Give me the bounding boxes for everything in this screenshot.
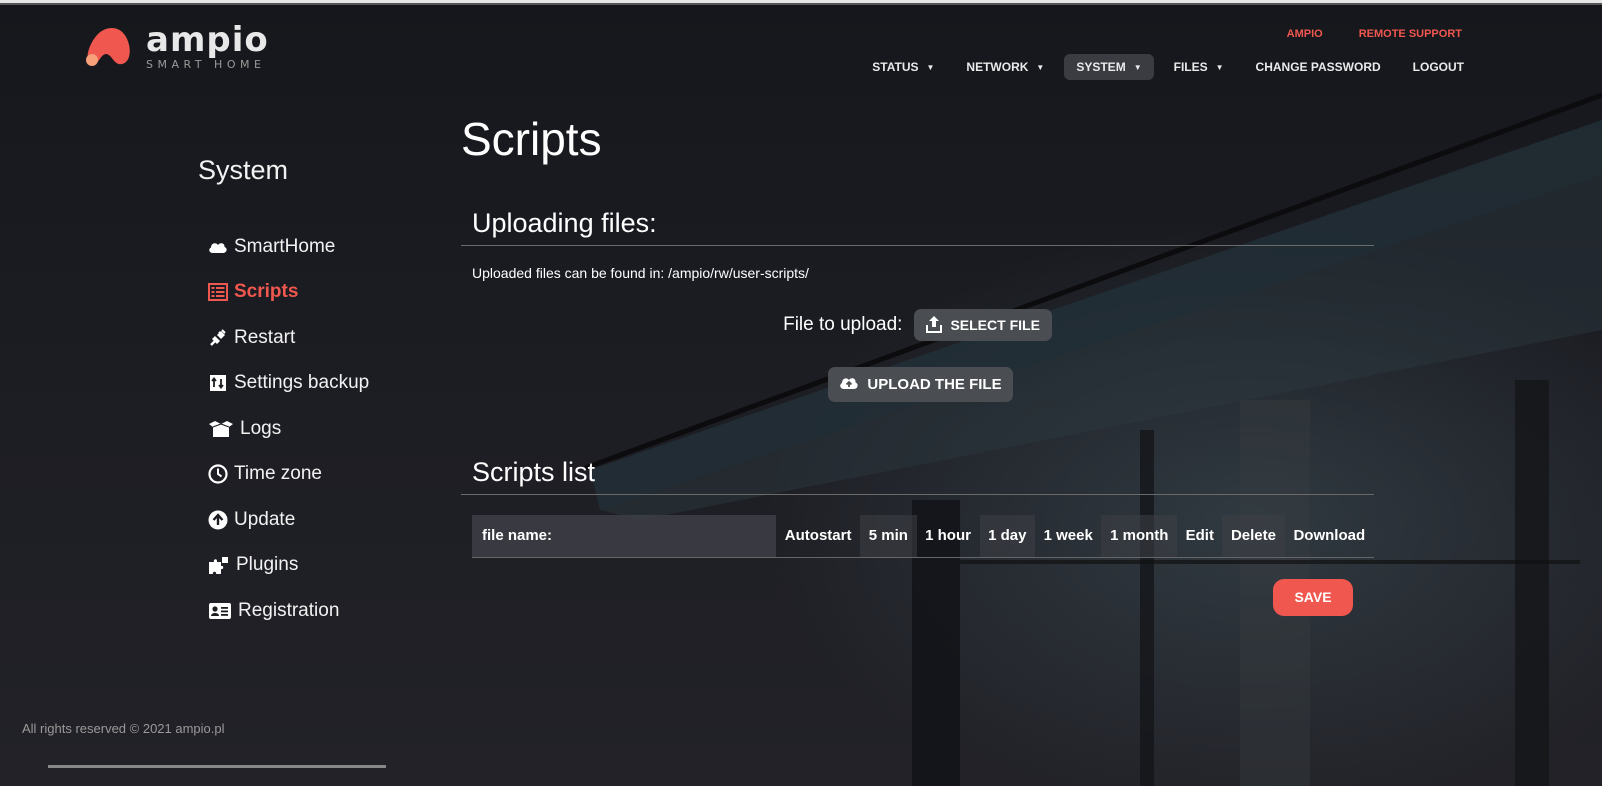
sidebar-item-label: Scripts [234, 281, 299, 303]
brand-tagline: SMART HOME [146, 58, 266, 71]
horizontal-scrollbar[interactable] [48, 765, 386, 768]
top-border [0, 0, 1602, 5]
plug-icon [208, 328, 228, 348]
col-1-month: 1 month [1101, 515, 1178, 558]
table-header-row: file name: Autostart 5 min 1 hour 1 day … [472, 515, 1374, 558]
sidebar-item-label: Update [234, 508, 296, 530]
upload-path-info: Uploaded files can be found in: /ampio/r… [472, 265, 809, 281]
sidebar: System SmartHome Scripts Restart Setting… [198, 155, 438, 634]
nav-status-label: STATUS [872, 60, 919, 74]
top-link-ampio[interactable]: AMPIO [1287, 28, 1323, 40]
brand-name: ampio [146, 20, 269, 60]
main-nav: STATUS ▼ NETWORK ▼ SYSTEM ▼ FILES ▼ CHANGE P… [860, 54, 1476, 80]
col-1-day: 1 day [979, 515, 1035, 558]
id-card-icon [208, 601, 232, 621]
select-file-button[interactable]: SELECT FILE [914, 309, 1052, 341]
ampio-logo[interactable]: ampio SMART HOME [84, 20, 269, 71]
sidebar-item-label: Logs [240, 417, 282, 439]
uploading-files-heading: Uploading files: [461, 208, 1374, 246]
top-link-remote-support[interactable]: REMOTE SUPPORT [1359, 28, 1462, 40]
scripts-list-heading: Scripts list [461, 457, 1374, 495]
caret-down-icon: ▼ [1036, 63, 1045, 72]
col-1-hour: 1 hour [916, 515, 980, 558]
sidebar-item-registration[interactable]: Registration [208, 588, 438, 634]
sidebar-title: System [198, 155, 289, 185]
col-5-min: 5 min [860, 515, 917, 558]
col-download: Download [1284, 515, 1374, 558]
top-links: AMPIO REMOTE SUPPORT [1287, 28, 1462, 40]
sidebar-item-plugins[interactable]: Plugins [208, 543, 438, 589]
save-button[interactable]: SAVE [1273, 578, 1353, 616]
upload-submit-row: UPLOAD THE FILE [461, 367, 1374, 402]
col-file-name: file name: [472, 515, 776, 558]
upload-the-file-button[interactable]: UPLOAD THE FILE [828, 367, 1013, 402]
box-icon [208, 419, 234, 439]
puzzle-icon [208, 555, 230, 575]
main-content: Scripts Uploading files: Uploaded files … [461, 112, 1374, 616]
sidebar-item-label: Plugins [236, 554, 299, 576]
backup-icon [208, 373, 228, 393]
nav-files[interactable]: FILES ▼ [1162, 54, 1236, 80]
sidebar-item-logs[interactable]: Logs [208, 406, 438, 452]
upload-icon [926, 315, 943, 336]
sidebar-item-restart[interactable]: Restart [208, 315, 438, 361]
nav-logout-label: LOGOUT [1412, 60, 1464, 74]
save-row: SAVE [461, 578, 1374, 616]
arrow-up-circle-icon [208, 510, 228, 530]
nav-network-label: NETWORK [966, 60, 1029, 74]
caret-down-icon: ▼ [1215, 63, 1224, 72]
sidebar-item-label: SmartHome [234, 235, 336, 257]
nav-change-password[interactable]: CHANGE PASSWORD [1244, 54, 1393, 80]
scripts-table: file name: Autostart 5 min 1 hour 1 day … [472, 515, 1374, 558]
nav-logout[interactable]: LOGOUT [1401, 54, 1476, 80]
sidebar-item-scripts[interactable]: Scripts [208, 270, 438, 316]
nav-system[interactable]: SYSTEM ▼ [1064, 54, 1154, 80]
caret-down-icon: ▼ [926, 63, 935, 72]
col-autostart: Autostart [776, 515, 861, 558]
file-to-upload-label: File to upload: [783, 314, 903, 335]
nav-system-label: SYSTEM [1076, 60, 1126, 74]
sidebar-item-label: Time zone [234, 463, 322, 485]
ampio-logo-icon [86, 28, 130, 66]
nav-network[interactable]: NETWORK ▼ [954, 54, 1056, 80]
select-file-label: SELECT FILE [950, 317, 1040, 333]
cloud-upload-icon [839, 375, 859, 394]
page-title: Scripts [461, 113, 602, 165]
sidebar-item-label: Registration [238, 599, 340, 621]
sidebar-item-time-zone[interactable]: Time zone [208, 452, 438, 498]
cloud-icon [208, 237, 228, 257]
footer-copyright: All rights reserved © 2021 ampio.pl [22, 721, 225, 736]
upload-the-file-label: UPLOAD THE FILE [867, 376, 1002, 393]
sidebar-item-smarthome[interactable]: SmartHome [208, 224, 438, 270]
clock-icon [208, 464, 228, 484]
list-icon [208, 282, 228, 302]
sidebar-item-label: Restart [234, 326, 296, 348]
sidebar-item-settings-backup[interactable]: Settings backup [208, 361, 438, 407]
nav-status[interactable]: STATUS ▼ [860, 54, 946, 80]
sidebar-item-update[interactable]: Update [208, 497, 438, 543]
sidebar-item-label: Settings backup [234, 372, 370, 394]
col-delete: Delete [1222, 515, 1285, 558]
col-1-week: 1 week [1034, 515, 1102, 558]
nav-change-password-label: CHANGE PASSWORD [1255, 60, 1381, 74]
caret-down-icon: ▼ [1133, 63, 1142, 72]
file-upload-row: File to upload: SELECT FILE [461, 309, 1374, 341]
col-edit: Edit [1177, 515, 1223, 558]
nav-files-label: FILES [1173, 60, 1208, 74]
